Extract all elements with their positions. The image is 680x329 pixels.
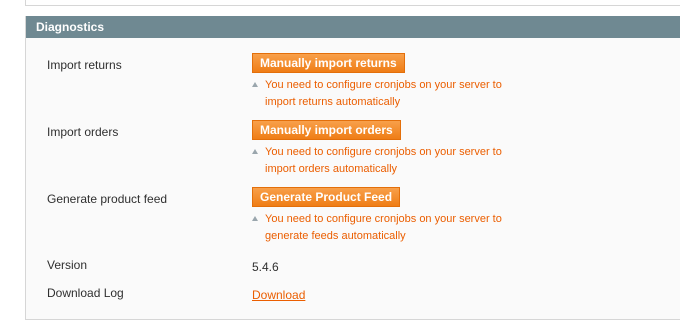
version-value: 5.4.6 bbox=[252, 260, 279, 274]
caret-up-icon bbox=[252, 216, 258, 221]
caret-up-icon bbox=[252, 82, 258, 87]
product-feed-note: You need to configure cronjobs on your s… bbox=[252, 211, 502, 245]
import-returns-value: Manually import returns You need to conf… bbox=[252, 53, 502, 111]
note-line: You need to configure cronjobs on your s… bbox=[252, 211, 502, 228]
note-line: You need to configure cronjobs on your s… bbox=[252, 77, 502, 94]
import-returns-note: You need to configure cronjobs on your s… bbox=[252, 77, 502, 111]
import-orders-value: Manually import orders You need to confi… bbox=[252, 120, 502, 178]
note-text: You need to configure cronjobs on your s… bbox=[265, 79, 502, 91]
note-line: import returns automatically bbox=[265, 96, 401, 108]
version-value-wrap: 5.4.6 bbox=[252, 258, 279, 276]
product-feed-label: Generate product feed bbox=[47, 192, 168, 206]
previous-section-edge bbox=[25, 0, 680, 6]
generate-product-feed-button[interactable]: Generate Product Feed bbox=[252, 187, 401, 207]
import-returns-label: Import returns bbox=[47, 58, 122, 72]
product-feed-value: Generate Product Feed You need to config… bbox=[252, 187, 502, 245]
download-log-value: Download bbox=[252, 286, 305, 304]
import-orders-label: Import orders bbox=[47, 125, 119, 139]
section-header[interactable]: Diagnostics bbox=[26, 16, 680, 38]
caret-up-icon bbox=[252, 149, 258, 154]
note-text: You need to configure cronjobs on your s… bbox=[265, 213, 502, 225]
manually-import-orders-button[interactable]: Manually import orders bbox=[252, 120, 401, 140]
download-log-link[interactable]: Download bbox=[252, 288, 305, 302]
note-line: import orders automatically bbox=[265, 163, 398, 175]
manually-import-returns-button[interactable]: Manually import returns bbox=[252, 53, 405, 73]
note-line: You need to configure cronjobs on your s… bbox=[252, 144, 502, 161]
note-text: You need to configure cronjobs on your s… bbox=[265, 146, 502, 158]
note-line: generate feeds automatically bbox=[265, 230, 406, 242]
download-log-label: Download Log bbox=[47, 286, 124, 300]
version-label: Version bbox=[47, 258, 88, 272]
import-orders-note: You need to configure cronjobs on your s… bbox=[252, 144, 502, 178]
diagnostics-section: Diagnostics Import returns Manually impo… bbox=[25, 16, 680, 320]
